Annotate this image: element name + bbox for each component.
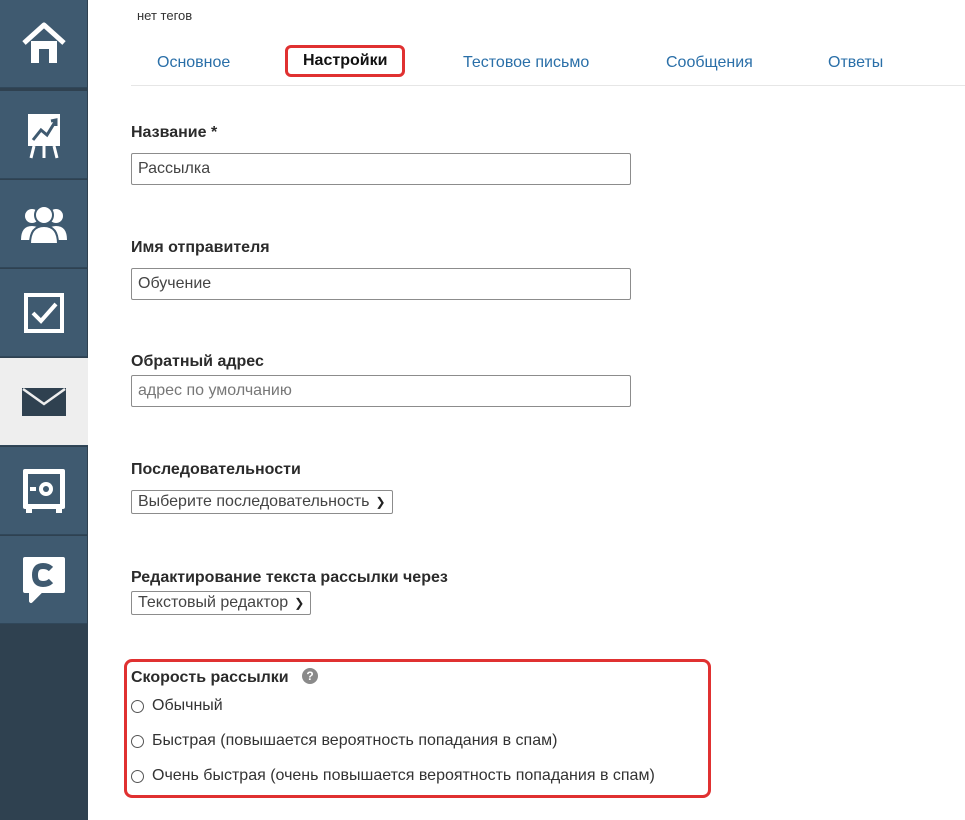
sidebar-item-home[interactable] xyxy=(0,0,87,88)
sidebar-item-users[interactable] xyxy=(0,180,87,268)
users-icon xyxy=(20,204,67,244)
sidebar-item-analytics[interactable] xyxy=(0,91,87,179)
speed-label: Скорость рассылки xyxy=(131,669,289,686)
chat-icon xyxy=(21,555,67,605)
sender-input[interactable] xyxy=(131,268,631,300)
tabs-bar: Основное Настройки Тестовое письмо Сообщ… xyxy=(131,44,965,86)
sidebar-item-mail[interactable] xyxy=(0,358,88,446)
editor-label: Редактирование текста рассылки через xyxy=(131,569,448,586)
radio-button[interactable] xyxy=(131,769,144,783)
speed-option-fast[interactable]: Быстрая (повышается вероятность попадани… xyxy=(131,732,557,750)
sidebar-item-tasks[interactable] xyxy=(0,269,87,357)
safe-icon xyxy=(22,468,66,514)
sidebar-item-safe[interactable] xyxy=(0,447,87,535)
chevron-down-icon: ❯ xyxy=(294,596,305,610)
editor-select-value: Текстовый редактор xyxy=(138,594,289,611)
tab-replies[interactable]: Ответы xyxy=(828,54,883,72)
mail-icon xyxy=(22,387,66,416)
tab-settings[interactable]: Настройки xyxy=(285,45,406,77)
speed-option-normal[interactable]: Обычный xyxy=(131,697,223,715)
chart-icon xyxy=(24,110,64,160)
speed-option-label: Очень быстрая (очень повышается вероятно… xyxy=(152,767,655,784)
speed-option-label: Быстрая (повышается вероятность попадани… xyxy=(152,732,558,749)
radio-button[interactable] xyxy=(131,699,144,713)
tasks-icon xyxy=(22,291,66,335)
name-label: Название * xyxy=(131,124,218,141)
home-icon xyxy=(20,21,68,67)
sender-label: Имя отправителя xyxy=(131,239,270,256)
chevron-down-icon: ❯ xyxy=(375,495,386,509)
sequences-label: Последовательности xyxy=(131,461,301,478)
tab-main[interactable]: Основное xyxy=(157,54,230,72)
sidebar xyxy=(0,0,88,820)
speed-option-label: Обычный xyxy=(152,697,223,714)
reply-to-label: Обратный адрес xyxy=(131,353,264,370)
sidebar-item-chat[interactable] xyxy=(0,536,87,624)
name-input[interactable] xyxy=(131,153,631,185)
reply-to-input[interactable] xyxy=(131,375,631,407)
editor-select[interactable]: Текстовый редактор ❯ xyxy=(131,591,312,615)
tab-messages[interactable]: Сообщения xyxy=(666,54,753,72)
sequences-select[interactable]: Выберите последовательность ❯ xyxy=(131,490,393,514)
tags-text: нет тегов xyxy=(137,8,193,23)
sequences-select-value: Выберите последовательность xyxy=(138,493,370,510)
radio-button[interactable] xyxy=(131,734,144,748)
tab-test-email[interactable]: Тестовое письмо xyxy=(463,54,589,72)
help-icon[interactable]: ? xyxy=(302,668,318,684)
speed-option-very-fast[interactable]: Очень быстрая (очень повышается вероятно… xyxy=(131,767,655,785)
